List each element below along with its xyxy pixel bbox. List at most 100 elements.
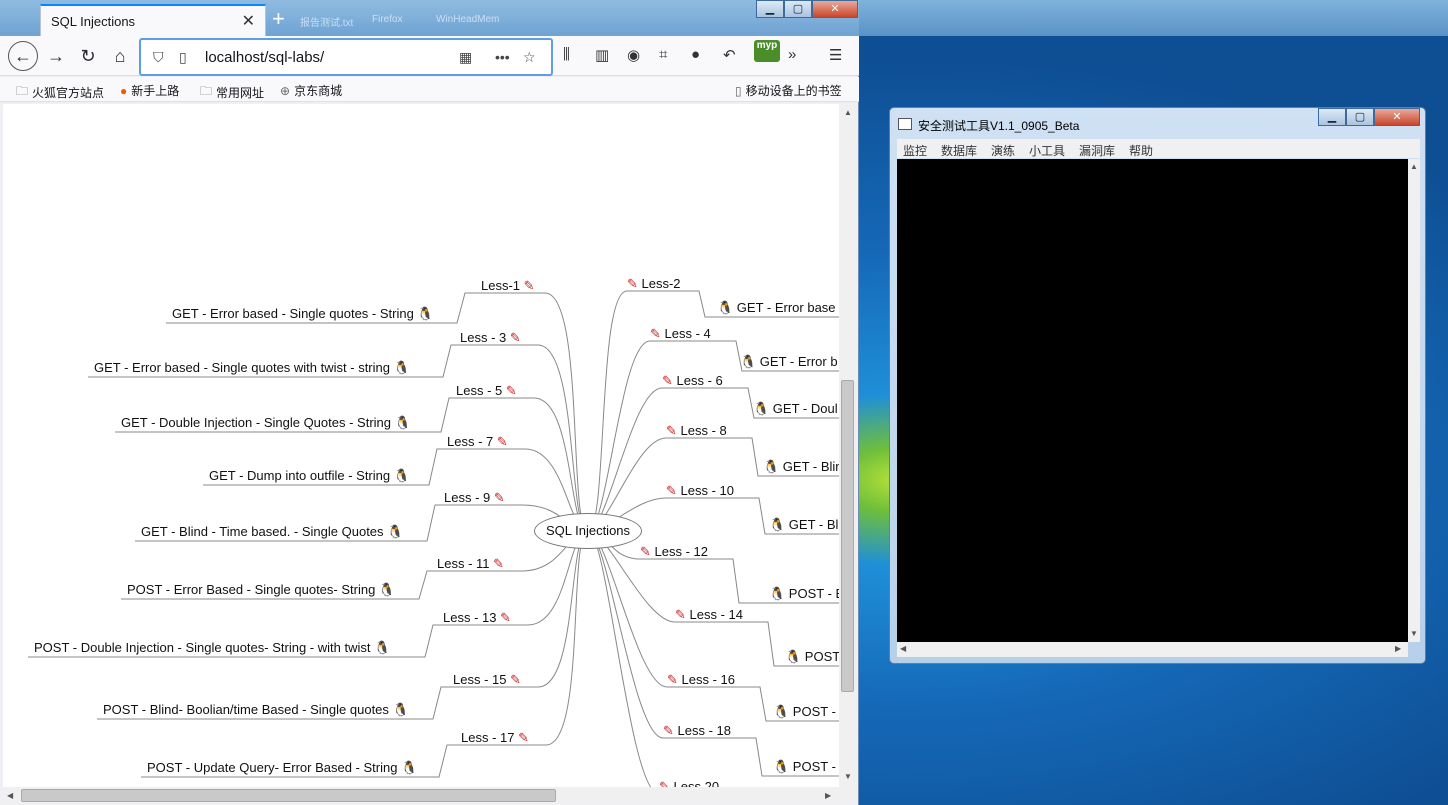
lesson-desc-left[interactable]: POST - Blind- Boolian/time Based - Singl… [103, 703, 409, 717]
back-icon[interactable]: ← [8, 41, 38, 71]
horizontal-scrollbar[interactable]: ◀ ▶ [3, 787, 856, 804]
forward-icon[interactable]: → [42, 42, 70, 70]
lesson-desc-right[interactable]: 🐧 POST [785, 650, 839, 664]
lesson-node-left[interactable]: Less-1 ✎ [481, 279, 535, 293]
tux-icon: 🐧 [717, 300, 734, 315]
menu-database[interactable]: 数据库 [941, 142, 977, 159]
pencil-icon: ✎ [663, 723, 674, 738]
shield-icon[interactable]: ⛉ [153, 49, 164, 66]
minimize-icon[interactable]: ▁ [1318, 108, 1346, 126]
lesson-node-left[interactable]: Less - 7 ✎ [447, 435, 508, 449]
lesson-desc-right[interactable]: 🐧 GET - Error base [717, 301, 836, 315]
reload-icon[interactable]: ↻ [74, 42, 102, 70]
close-window-icon[interactable]: ✕ [1374, 108, 1420, 126]
lesson-desc-right[interactable]: 🐧 GET - Doul [753, 402, 838, 416]
lesson-node-right[interactable]: ✎ Less - 10 [666, 484, 734, 498]
console-horizontal-scrollbar[interactable]: ◀ ▶ [897, 642, 1408, 657]
scroll-down-icon[interactable]: ▼ [844, 772, 852, 781]
page-content: SQL Injections Less-1 ✎ GET - Error based… [3, 104, 839, 787]
scroll-up-icon[interactable]: ▲ [844, 108, 852, 117]
menu-help[interactable]: 帮助 [1129, 142, 1153, 159]
lesson-desc-right[interactable]: 🐧 GET - Blin [763, 460, 839, 474]
scroll-right-icon[interactable]: ▶ [1395, 644, 1401, 653]
bookmark-item[interactable]: ⊕ 京东商城 [280, 82, 342, 99]
sidebar-icon[interactable]: ▥ [595, 46, 609, 64]
url-input[interactable]: localhost/sql-labs/ [205, 49, 324, 66]
lesson-node-right[interactable]: ✎ Less - 12 [640, 545, 708, 559]
menu-tools[interactable]: 小工具 [1029, 142, 1065, 159]
lesson-desc-right[interactable]: 🐧 POST - H [773, 760, 839, 774]
account-icon[interactable]: ◉ [627, 46, 640, 64]
chat-icon[interactable]: ● [691, 46, 700, 63]
lesson-desc-left[interactable]: GET - Blind - Time based. - Single Quote… [141, 525, 403, 539]
console-vertical-scrollbar[interactable]: ▲ ▼ [1408, 159, 1420, 642]
console-output[interactable] [897, 159, 1408, 642]
vertical-scrollbar[interactable]: ▲ ▼ [839, 104, 856, 787]
lesson-desc-left[interactable]: GET - Double Injection - Single Quotes -… [121, 416, 411, 430]
maximize-icon[interactable]: ▢ [784, 0, 812, 18]
lesson-node-left[interactable]: Less - 17 ✎ [461, 731, 529, 745]
lesson-node-right[interactable]: ✎ Less - 18 [663, 724, 731, 738]
lesson-desc-right[interactable]: 🐧 POST - [773, 705, 836, 719]
close-window-icon[interactable]: ✕ [812, 0, 858, 18]
scroll-down-icon[interactable]: ▼ [1410, 629, 1418, 638]
mobile-bookmarks[interactable]: ▯ 移动设备上的书签 [735, 82, 842, 99]
url-bar[interactable]: ⛉ ▯ localhost/sql-labs/ ▦ ••• ☆ [139, 38, 553, 76]
lesson-node-left[interactable]: Less - 13 ✎ [443, 611, 511, 625]
bookmark-star-icon[interactable]: ☆ [523, 49, 536, 66]
lesson-node-right[interactable]: ✎ Less - 8 [666, 424, 727, 438]
menu-drill[interactable]: 演练 [991, 142, 1015, 159]
vertical-scroll-thumb[interactable] [841, 380, 854, 692]
lesson-desc-right[interactable]: 🐧 GET - Error b [740, 355, 838, 369]
lesson-desc-left[interactable]: GET - Error based - Single quotes with t… [94, 361, 410, 375]
menu-icon[interactable]: ☰ [829, 46, 842, 64]
scroll-right-icon[interactable]: ▶ [825, 791, 831, 800]
lesson-desc-left[interactable]: GET - Dump into outfile - String 🐧 [209, 469, 410, 483]
bookmark-item[interactable]: 🗀 常用网址 [200, 82, 264, 103]
lesson-node-left[interactable]: Less - 5 ✎ [456, 384, 517, 398]
bookmark-label: 京东商城 [294, 84, 343, 98]
lesson-node-left[interactable]: Less - 15 ✎ [453, 673, 521, 687]
qr-code-icon[interactable]: ▦ [459, 49, 472, 66]
lesson-desc-left[interactable]: GET - Error based - Single quotes - Stri… [172, 307, 434, 321]
lesson-desc-right[interactable]: 🐧 GET - Bli [769, 518, 839, 532]
scroll-up-icon[interactable]: ▲ [1410, 162, 1418, 171]
lesson-node-right[interactable]: ✎ Less - 16 [667, 673, 735, 687]
myp-extension-icon[interactable]: myp [754, 40, 780, 62]
lesson-node-left[interactable]: Less - 11 ✎ [437, 557, 504, 571]
lesson-node-right[interactable]: ✎ Less - 6 [662, 374, 723, 388]
tab-sql-injections[interactable]: SQL Injections ✕ [40, 4, 266, 36]
close-tab-icon[interactable]: ✕ [242, 11, 255, 31]
lesson-node-left[interactable]: Less - 9 ✎ [444, 491, 505, 505]
mindmap-center-node[interactable]: SQL Injections [534, 513, 642, 549]
screenshot-icon[interactable]: ⌗ [659, 46, 667, 63]
maximize-icon[interactable]: ▢ [1346, 108, 1374, 126]
undo-icon[interactable]: ↶ [723, 46, 736, 64]
page-actions-icon[interactable]: ••• [495, 49, 510, 65]
overflow-icon[interactable]: » [788, 46, 796, 63]
pencil-icon: ✎ [493, 556, 505, 571]
lesson-desc-left[interactable]: POST - Update Query- Error Based - Strin… [147, 761, 417, 775]
bookmark-item[interactable]: ● 新手上路 [120, 82, 179, 99]
scroll-left-icon[interactable]: ◀ [900, 644, 906, 653]
lesson-desc-right[interactable]: 🐧 POST - E [769, 587, 839, 601]
lesson-node-right[interactable]: ✎ Less - 14 [675, 608, 743, 622]
lesson-node-right[interactable]: ✎ Less-2 [627, 277, 681, 291]
menu-monitor[interactable]: 监控 [903, 142, 927, 159]
library-icon[interactable]: ⫼ [563, 46, 570, 63]
lesson-desc-left[interactable]: POST - Double Injection - Single quotes-… [34, 641, 390, 655]
horizontal-scroll-thumb[interactable] [21, 789, 556, 802]
minimize-icon[interactable]: ▁ [756, 0, 784, 18]
tux-icon: 🐧 [773, 704, 790, 719]
bookmark-item[interactable]: 🗀 火狐官方站点 [16, 82, 104, 103]
lesson-node-left[interactable]: Less - 3 ✎ [460, 331, 521, 345]
tux-icon: 🐧 [763, 459, 780, 474]
pencil-icon: ✎ [659, 779, 670, 788]
scroll-left-icon[interactable]: ◀ [7, 791, 13, 800]
menu-vuln-db[interactable]: 漏洞库 [1079, 142, 1115, 159]
new-tab-icon[interactable]: + [272, 6, 285, 32]
home-icon[interactable]: ⌂ [106, 42, 134, 70]
lesson-node-right[interactable]: ✎ Less - 4 [650, 327, 711, 341]
lesson-node-right[interactable]: ✎ Less 20 [659, 779, 719, 788]
lesson-desc-left[interactable]: POST - Error Based - Single quotes- Stri… [127, 583, 395, 597]
